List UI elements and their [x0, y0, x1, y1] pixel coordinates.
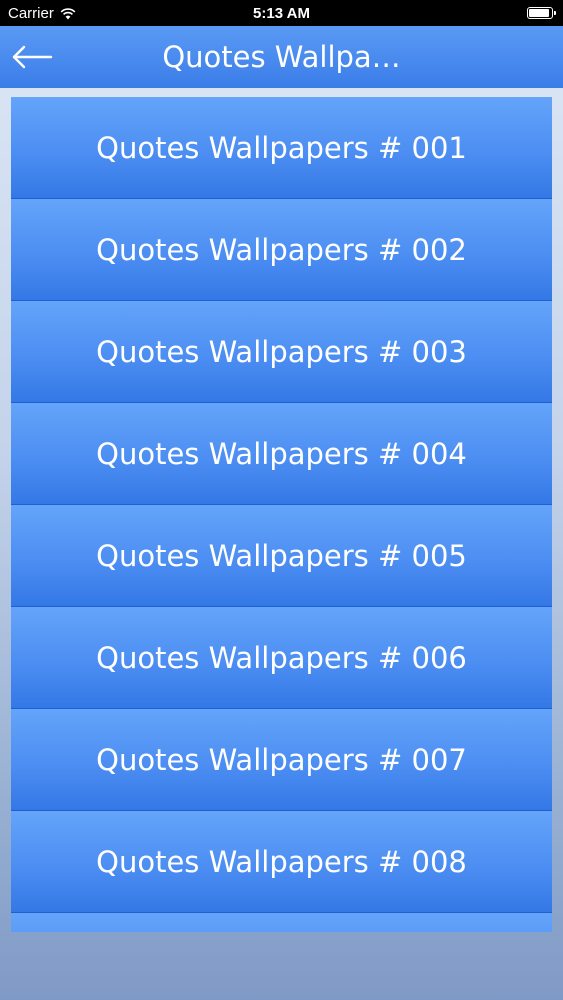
page-title: Quotes Wallpa…: [162, 40, 401, 74]
list-item-label: Quotes Wallpapers # 003: [96, 334, 467, 369]
list-item-003[interactable]: Quotes Wallpapers # 003: [11, 301, 552, 403]
list-item-004[interactable]: Quotes Wallpapers # 004: [11, 403, 552, 505]
list-item-001[interactable]: Quotes Wallpapers # 001: [11, 97, 552, 199]
back-button[interactable]: [8, 38, 56, 76]
nav-bar: Quotes Wallpa…: [0, 26, 563, 88]
list-item-label: Quotes Wallpapers # 004: [96, 436, 467, 471]
list-item-label: Quotes Wallpapers # 001: [96, 130, 467, 165]
arrow-left-icon: [12, 45, 53, 69]
status-time: 5:13 AM: [253, 5, 310, 22]
list-item-005[interactable]: Quotes Wallpapers # 005: [11, 505, 552, 607]
list-item-label: Quotes Wallpapers # 005: [96, 538, 467, 573]
list-item-008[interactable]: Quotes Wallpapers # 008: [11, 811, 552, 913]
list-item-label: Quotes Wallpapers # 008: [96, 844, 467, 879]
list-item-006[interactable]: Quotes Wallpapers # 006: [11, 607, 552, 709]
list-item-002[interactable]: Quotes Wallpapers # 002: [11, 199, 552, 301]
battery-icon: [527, 7, 556, 19]
list-item-label: Quotes Wallpapers # 002: [96, 232, 467, 267]
list-item-009[interactable]: [11, 913, 552, 932]
wallpaper-list: Quotes Wallpapers # 001 Quotes Wallpaper…: [11, 97, 552, 932]
list-item-007[interactable]: Quotes Wallpapers # 007: [11, 709, 552, 811]
list-item-label: Quotes Wallpapers # 006: [96, 640, 467, 675]
status-bar: Carrier 5:13 AM: [0, 0, 563, 26]
list-item-label: Quotes Wallpapers # 007: [96, 742, 467, 777]
